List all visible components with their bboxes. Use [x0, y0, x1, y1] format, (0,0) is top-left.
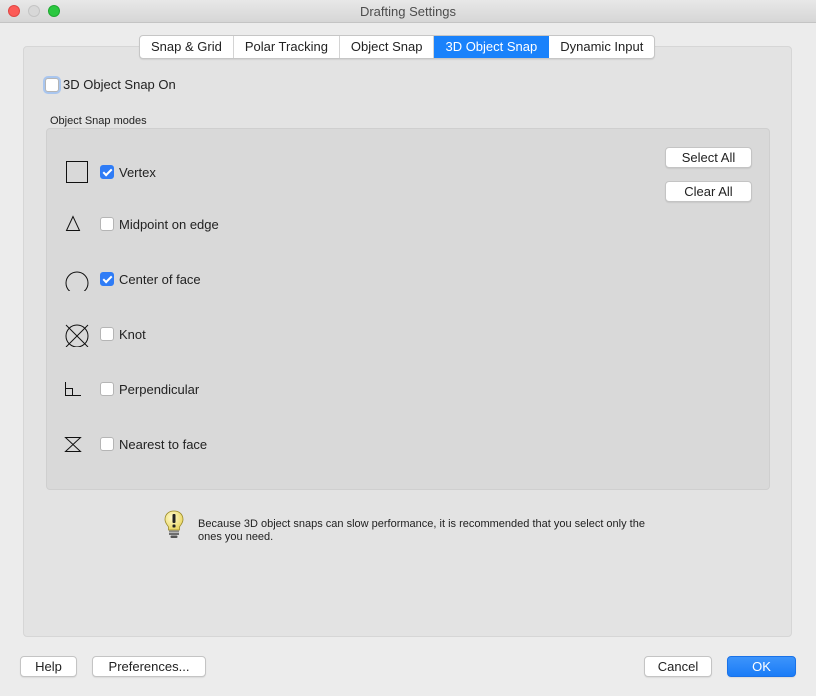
- title-bar: Drafting Settings: [0, 0, 816, 23]
- snap-mode-nearest-to-face[interactable]: Nearest to face: [64, 431, 207, 457]
- 3d-object-snap-on-label: 3D Object Snap On: [63, 77, 176, 92]
- snap-mode-center-of-face[interactable]: Center of face: [64, 266, 201, 292]
- vertex-checkbox[interactable]: [100, 165, 114, 179]
- snap-mode-midpoint-on-edge[interactable]: Midpoint on edge: [64, 211, 219, 237]
- 3d-object-snap-on-option[interactable]: 3D Object Snap On: [45, 77, 176, 92]
- ok-button[interactable]: OK: [727, 656, 796, 677]
- square-icon: [64, 159, 90, 185]
- tab-polar-tracking[interactable]: Polar Tracking: [234, 36, 340, 58]
- tab-object-snap[interactable]: Object Snap: [340, 36, 435, 58]
- circle-icon: [64, 266, 90, 292]
- performance-tip: Because 3D object snaps can slow perform…: [164, 510, 645, 543]
- perpendicular-label: Perpendicular: [119, 381, 200, 397]
- center-of-face-label: Center of face: [119, 271, 201, 287]
- midpoint-on-edge-checkbox[interactable]: [100, 217, 114, 231]
- circle-x-icon: [64, 321, 90, 347]
- center-of-face-checkbox[interactable]: [100, 272, 114, 286]
- lightbulb-icon: [164, 510, 184, 543]
- snap-mode-knot[interactable]: Knot: [64, 321, 146, 347]
- clear-all-button[interactable]: Clear All: [665, 181, 752, 202]
- knot-checkbox[interactable]: [100, 327, 114, 341]
- tab-bar: Snap & Grid Polar Tracking Object Snap 3…: [139, 35, 656, 59]
- tab-snap-and-grid[interactable]: Snap & Grid: [140, 36, 234, 58]
- vertex-label: Vertex: [119, 164, 156, 180]
- preferences-button[interactable]: Preferences...: [92, 656, 206, 677]
- triangle-icon: [64, 211, 90, 237]
- knot-label: Knot: [119, 326, 146, 342]
- midpoint-on-edge-label: Midpoint on edge: [119, 216, 219, 232]
- 3d-object-snap-on-checkbox[interactable]: [45, 77, 59, 92]
- window-title: Drafting Settings: [359, 4, 457, 19]
- performance-tip-text: Because 3D object snaps can slow perform…: [198, 518, 645, 543]
- object-snap-modes-label: Object Snap modes: [50, 115, 147, 127]
- hourglass-icon: [64, 431, 90, 457]
- perpendicular-icon: [64, 376, 90, 402]
- tab-dynamic-input[interactable]: Dynamic Input: [549, 36, 654, 58]
- perpendicular-checkbox[interactable]: [100, 382, 114, 396]
- select-all-button[interactable]: Select All: [665, 147, 752, 168]
- tab-3d-object-snap[interactable]: 3D Object Snap: [434, 36, 550, 58]
- snap-mode-vertex[interactable]: Vertex: [64, 159, 156, 185]
- snap-mode-perpendicular[interactable]: Perpendicular: [64, 376, 199, 402]
- nearest-to-face-label: Nearest to face: [119, 436, 208, 452]
- cancel-button[interactable]: Cancel: [644, 656, 712, 677]
- help-button[interactable]: Help: [20, 656, 77, 677]
- nearest-to-face-checkbox[interactable]: [100, 437, 114, 451]
